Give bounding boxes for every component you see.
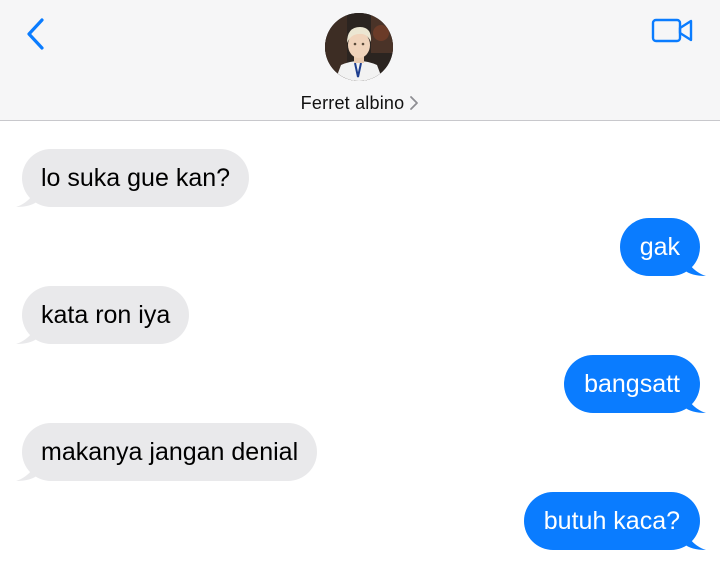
contact-name-button[interactable]: Ferret albino (0, 90, 720, 116)
conversation-header: Ferret albino (0, 0, 720, 121)
message-text: gak (639, 233, 680, 261)
video-call-button[interactable] (648, 14, 698, 50)
outgoing-message[interactable]: gak (619, 218, 706, 276)
message-text: bangsatt (584, 370, 680, 398)
bubble-tail (684, 391, 706, 413)
bubble-tail (16, 185, 38, 207)
message-text: butuh kaca? (543, 507, 680, 535)
video-camera-icon (651, 18, 693, 43)
outgoing-message[interactable]: butuh kaca? (523, 492, 706, 550)
bubble-tail (16, 322, 38, 344)
message-text: kata ron iya (41, 301, 171, 329)
contact-name: Ferret albino (300, 92, 405, 113)
message-text: lo suka gue kan? (41, 164, 231, 192)
outgoing-message[interactable]: bangsatt (564, 355, 706, 413)
message-text: makanya jangan denial (41, 438, 299, 466)
bubble-tail (684, 254, 706, 276)
contact-avatar[interactable] (325, 13, 393, 81)
bubble-tail (684, 528, 706, 550)
incoming-message[interactable]: lo suka gue kan? (16, 149, 250, 207)
message-thread[interactable]: lo suka gue kan? gak kata ron iya bangsa… (0, 122, 720, 570)
back-button[interactable] (18, 14, 54, 54)
chevron-right-icon (410, 96, 419, 110)
avatar-photo (325, 13, 393, 81)
incoming-message[interactable]: kata ron iya (16, 286, 190, 344)
bubble-tail (16, 459, 38, 481)
chevron-left-icon (27, 18, 44, 50)
incoming-message[interactable]: makanya jangan denial (16, 423, 318, 481)
